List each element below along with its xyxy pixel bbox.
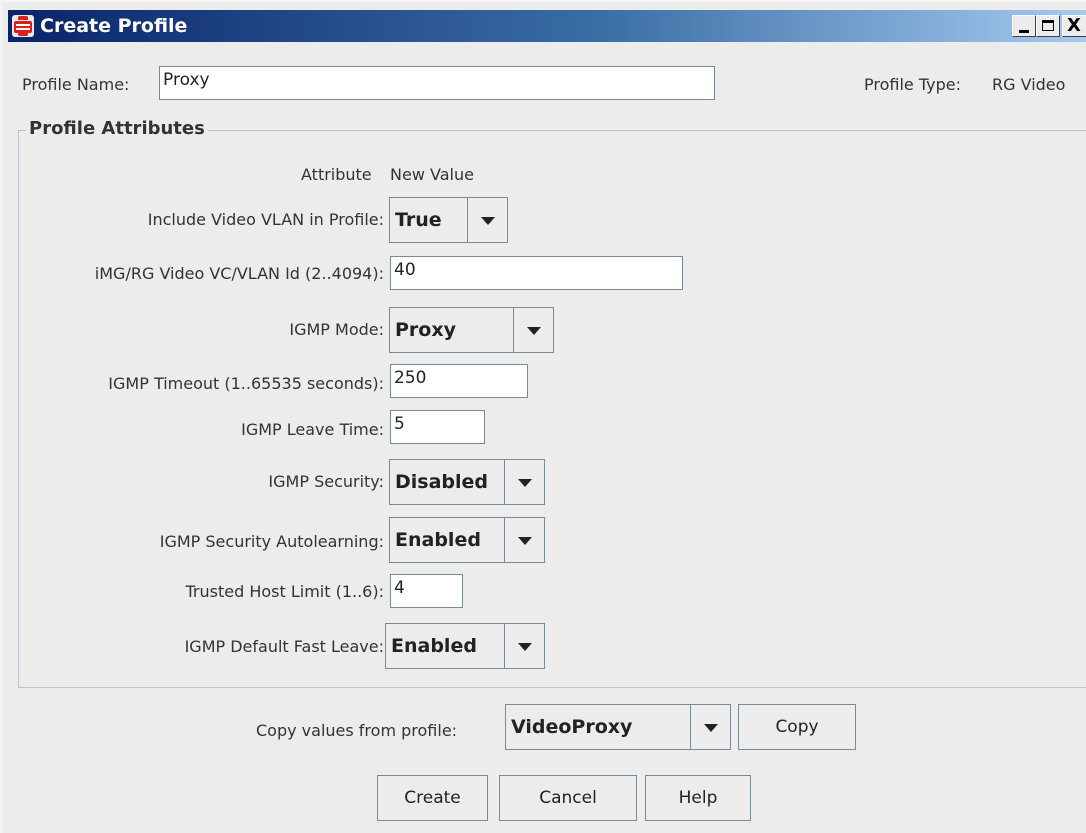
igmp-mode-value: Proxy [395,319,456,341]
title-bar[interactable]: Create Profile X [8,10,1086,42]
copy-from-profile-value: VideoProxy [511,716,633,738]
maximize-icon [1042,20,1054,31]
column-header-new-value: New Value [390,165,474,184]
igmp-security-combo[interactable]: Disabled [389,459,545,505]
include-video-vlan-dropdown-button[interactable] [467,198,507,242]
chevron-down-icon [518,537,532,545]
profile-attributes-title: Profile Attributes [26,118,208,139]
create-profile-window: Create Profile X Profile Name: Proxy Pro… [0,0,1086,833]
maximize-button[interactable] [1036,15,1060,37]
profile-type-value: RG Video [992,75,1066,94]
trusted-host-limit-input[interactable]: 4 [390,574,463,608]
trusted-host-limit-label: Trusted Host Limit (1..6): [185,582,384,601]
close-button[interactable]: X [1062,15,1086,37]
profile-type-label: Profile Type: [864,75,961,94]
vlan-id-label: iMG/RG Video VC/VLAN Id (2..4094): [94,264,384,283]
column-header-attribute: Attribute [301,165,372,184]
chevron-down-icon [527,327,541,335]
igmp-security-autolearning-dropdown-button[interactable] [504,518,544,562]
vlan-id-input[interactable]: 40 [390,256,683,290]
copy-button[interactable]: Copy [738,704,856,750]
igmp-timeout-input[interactable]: 250 [390,364,528,398]
chevron-down-icon [518,479,532,487]
minimize-button[interactable] [1012,15,1036,37]
igmp-default-fast-leave-dropdown-button[interactable] [504,624,544,668]
profile-name-input[interactable]: Proxy [159,66,715,100]
minimize-icon [1019,30,1029,33]
app-icon[interactable] [12,15,34,37]
igmp-security-autolearning-value: Enabled [395,529,481,551]
igmp-security-autolearning-combo[interactable]: Enabled [389,517,545,563]
igmp-default-fast-leave-value: Enabled [391,635,477,657]
include-video-vlan-combo[interactable]: True [389,197,508,243]
igmp-leave-time-label: IGMP Leave Time: [241,420,384,439]
copy-from-profile-dropdown-button[interactable] [690,705,730,749]
igmp-leave-time-input[interactable]: 5 [390,410,485,444]
window-title: Create Profile [40,15,188,37]
igmp-security-dropdown-button[interactable] [504,460,544,504]
igmp-security-label: IGMP Security: [268,472,384,491]
include-video-vlan-value: True [395,209,442,231]
chevron-down-icon [518,643,532,651]
igmp-mode-label: IGMP Mode: [289,320,384,339]
igmp-security-value: Disabled [395,471,489,493]
igmp-default-fast-leave-label: IGMP Default Fast Leave: [184,637,384,656]
igmp-mode-dropdown-button[interactable] [513,308,553,352]
cancel-button[interactable]: Cancel [499,775,637,821]
igmp-timeout-label: IGMP Timeout (1..65535 seconds): [108,374,384,393]
create-button[interactable]: Create [377,775,488,821]
copy-values-label: Copy values from profile: [256,721,458,740]
chevron-down-icon [704,724,718,732]
chevron-down-icon [481,217,495,225]
igmp-default-fast-leave-combo[interactable]: Enabled [385,623,545,669]
help-button[interactable]: Help [645,775,751,821]
igmp-mode-combo[interactable]: Proxy [389,307,554,353]
profile-name-label: Profile Name: [22,75,130,94]
include-video-vlan-label: Include Video VLAN in Profile: [147,210,384,229]
copy-from-profile-combo[interactable]: VideoProxy [505,704,731,750]
igmp-security-autolearning-label: IGMP Security Autolearning: [159,532,384,551]
close-icon: X [1067,15,1081,36]
